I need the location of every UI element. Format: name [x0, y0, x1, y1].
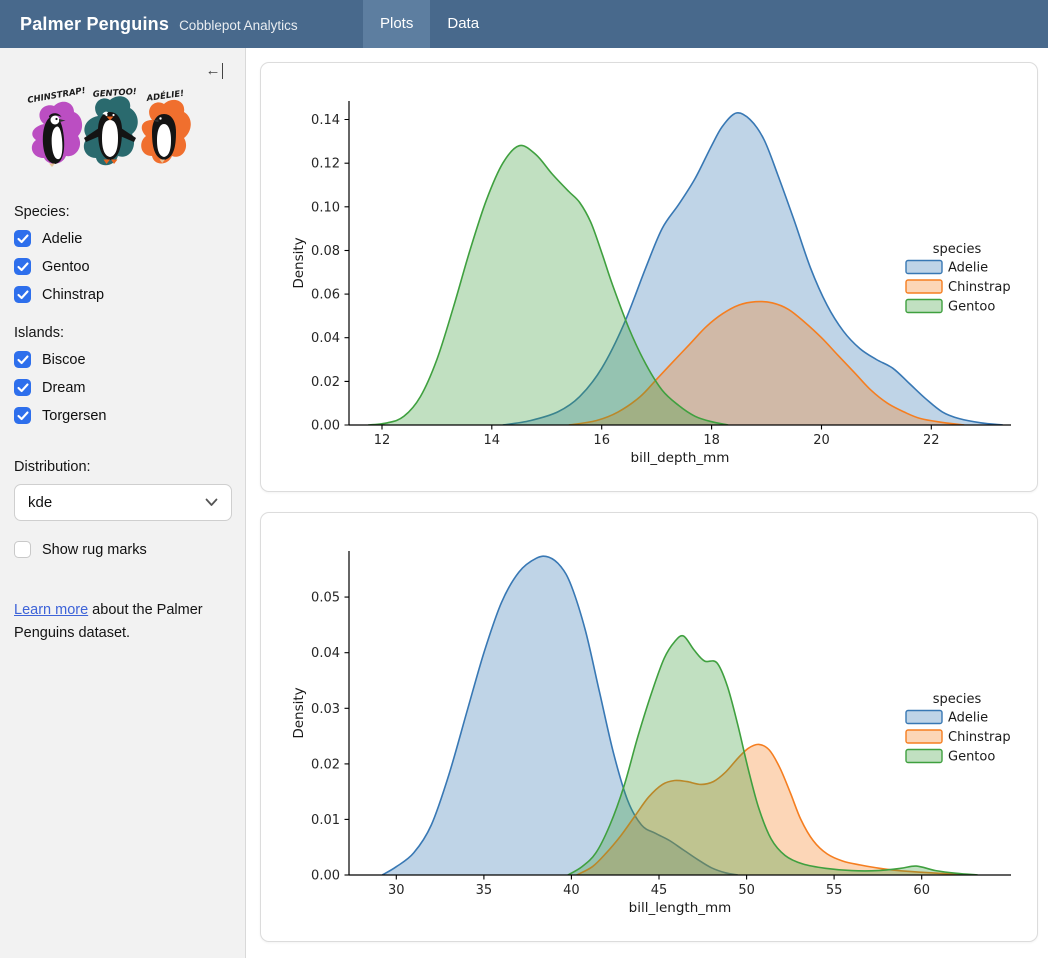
svg-text:Adelie: Adelie — [948, 711, 988, 726]
svg-text:30: 30 — [388, 883, 405, 898]
penguins-artwork-image: CHINSTRAP! GENTOO! ADÉLIE! — [14, 86, 202, 183]
checked-checkbox-icon — [14, 230, 31, 247]
distribution-select[interactable]: kde — [14, 484, 232, 521]
svg-text:35: 35 — [476, 883, 493, 898]
main-content: 12 14 16 18 20 22 0.00 0.02 0.04 0.06 0.08 0.10 0.12… — [247, 48, 1048, 958]
svg-text:Gentoo: Gentoo — [948, 300, 995, 315]
checked-checkbox-icon — [14, 407, 31, 424]
svg-text:0.08: 0.08 — [311, 244, 340, 259]
svg-text:0.04: 0.04 — [311, 646, 340, 661]
svg-text:0.06: 0.06 — [311, 288, 340, 303]
svg-text:16: 16 — [593, 433, 610, 448]
unchecked-checkbox-icon — [14, 541, 31, 558]
chinstrap-artwork-label: CHINSTRAP! — [27, 86, 87, 106]
svg-text:Chinstrap: Chinstrap — [948, 730, 1011, 745]
svg-text:45: 45 — [651, 883, 668, 898]
chevron-down-icon — [205, 498, 218, 507]
checkbox-label: Show rug marks — [42, 542, 147, 558]
svg-text:0.01: 0.01 — [311, 813, 340, 828]
svg-text:species: species — [933, 692, 982, 707]
learn-more-link[interactable]: Learn more — [14, 602, 88, 618]
checkbox-dream[interactable]: Dream — [14, 378, 231, 397]
svg-text:0.02: 0.02 — [311, 375, 340, 390]
distribution-selected-value: kde — [28, 494, 52, 511]
checkbox-label: Gentoo — [42, 259, 90, 275]
svg-text:0.14: 0.14 — [311, 113, 340, 128]
checked-checkbox-icon — [14, 286, 31, 303]
checkbox-label: Adelie — [42, 231, 82, 247]
checkbox-label: Biscoe — [42, 352, 86, 368]
svg-text:Gentoo: Gentoo — [948, 750, 995, 765]
svg-text:40: 40 — [563, 883, 580, 898]
checkbox-torgersen[interactable]: Torgersen — [14, 406, 231, 425]
svg-text:20: 20 — [813, 433, 830, 448]
checked-checkbox-icon — [14, 351, 31, 368]
checkbox-gentoo[interactable]: Gentoo — [14, 257, 231, 276]
svg-text:Chinstrap: Chinstrap — [948, 280, 1011, 295]
bill-depth-kde-chart: 12 14 16 18 20 22 0.00 0.02 0.04 0.06 0.08 0.10 0.12… — [261, 63, 1037, 491]
svg-text:50: 50 — [738, 883, 755, 898]
app-brand: Palmer Penguins Cobblepot Analytics — [0, 14, 298, 35]
svg-text:55: 55 — [826, 883, 843, 898]
distribution-label: Distribution: — [14, 459, 231, 475]
svg-text:bill_length_mm: bill_length_mm — [629, 900, 732, 916]
svg-text:0.05: 0.05 — [311, 591, 340, 606]
svg-text:0.00: 0.00 — [311, 869, 340, 884]
svg-text:12: 12 — [374, 433, 391, 448]
svg-text:0.10: 0.10 — [311, 200, 340, 215]
nav-tabs: Plots Data — [363, 0, 496, 48]
collapse-sidebar-icon[interactable]: ← — [206, 62, 224, 79]
species-group-label: Species: — [14, 204, 231, 220]
svg-text:18: 18 — [703, 433, 720, 448]
svg-text:22: 22 — [923, 433, 940, 448]
app-subtitle: Cobblepot Analytics — [179, 18, 298, 33]
svg-text:60: 60 — [913, 883, 930, 898]
bill-length-chart-card: 30 35 40 45 50 55 60 0.00 0.01 0.02 0.03 0.04 0.05 bi… — [260, 512, 1038, 942]
svg-text:0.04: 0.04 — [311, 331, 340, 346]
gentoo-artwork-label: GENTOO! — [93, 87, 138, 100]
bill-depth-chart-card: 12 14 16 18 20 22 0.00 0.02 0.04 0.06 0.08 0.10 0.12… — [260, 62, 1038, 492]
checkbox-biscoe[interactable]: Biscoe — [14, 350, 231, 369]
svg-text:0.02: 0.02 — [311, 757, 340, 772]
app-title: Palmer Penguins — [20, 14, 169, 35]
islands-group-label: Islands: — [14, 325, 231, 341]
tab-data[interactable]: Data — [430, 0, 496, 48]
checkbox-label: Dream — [42, 380, 86, 396]
checkbox-label: Chinstrap — [42, 287, 104, 303]
svg-text:Density: Density — [291, 687, 307, 738]
svg-text:Density: Density — [291, 237, 307, 288]
tab-plots[interactable]: Plots — [363, 0, 430, 48]
checked-checkbox-icon — [14, 379, 31, 396]
svg-text:0.12: 0.12 — [311, 157, 340, 172]
svg-text:14: 14 — [484, 433, 501, 448]
checked-checkbox-icon — [14, 258, 31, 275]
checkbox-adelie[interactable]: Adelie — [14, 229, 231, 248]
sidebar: ← — [0, 48, 246, 958]
dataset-info-text: Learn more about the Palmer Penguins dat… — [14, 599, 219, 646]
svg-text:Adelie: Adelie — [948, 261, 988, 276]
bill-length-kde-chart: 30 35 40 45 50 55 60 0.00 0.01 0.02 0.03 0.04 0.05 bi… — [261, 513, 1037, 941]
navbar: Palmer Penguins Cobblepot Analytics Plot… — [0, 0, 1048, 48]
svg-text:species: species — [933, 242, 982, 257]
checkbox-chinstrap[interactable]: Chinstrap — [14, 285, 231, 304]
svg-text:bill_depth_mm: bill_depth_mm — [631, 450, 730, 466]
svg-text:0.03: 0.03 — [311, 702, 340, 717]
checkbox-show-rug-marks[interactable]: Show rug marks — [14, 540, 231, 559]
svg-text:0.00: 0.00 — [311, 419, 340, 434]
checkbox-label: Torgersen — [42, 408, 106, 424]
